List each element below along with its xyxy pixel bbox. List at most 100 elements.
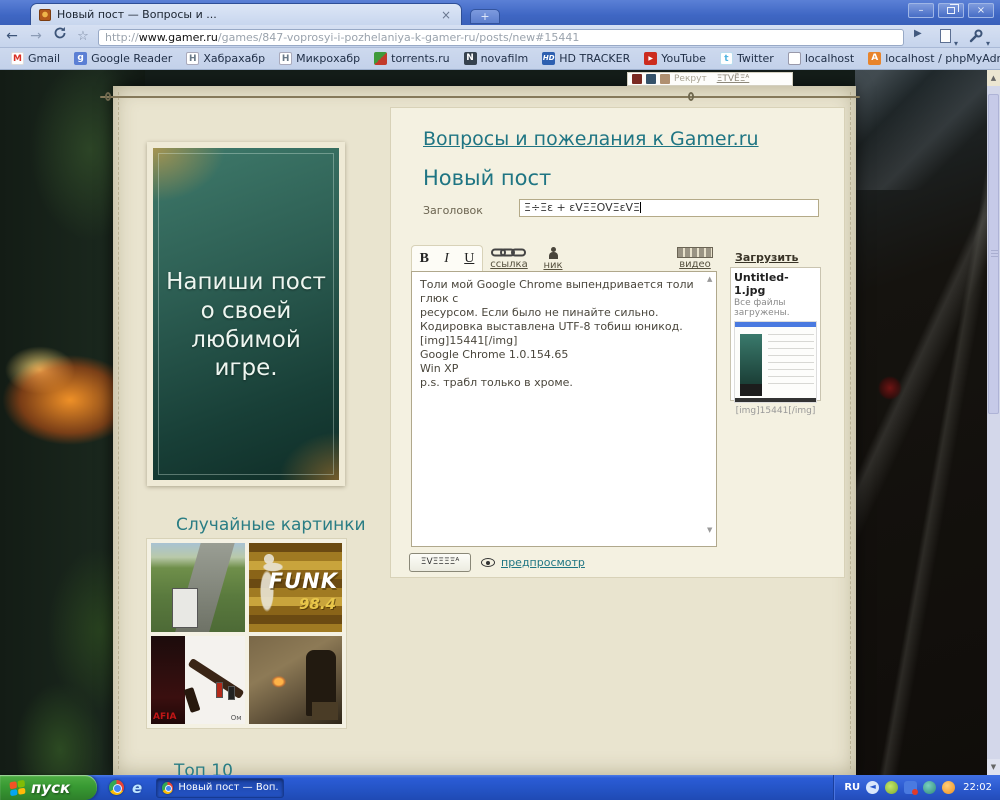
top10-title: Топ 10 — [174, 761, 233, 775]
tray-clock: 22:02 — [963, 782, 992, 793]
funk-logo-text: FUNK — [269, 569, 338, 593]
bookmark-label: localhost — [805, 52, 854, 65]
truck-art — [172, 588, 198, 628]
underline-button[interactable]: U — [464, 251, 474, 267]
bookmark-phpmyadmin[interactable]: A localhost / phpMyAdmin — [863, 50, 1000, 67]
submit-button[interactable]: ΞVΞΞΞΞᴬ — [409, 553, 471, 572]
scrollbar-grip — [991, 250, 998, 258]
upload-box: Untitled-1.jpg Все файлы загружены. [img… — [730, 267, 821, 401]
close-button[interactable]: × — [968, 3, 994, 18]
page-file-icon — [788, 52, 801, 65]
bookmark-localhost[interactable]: localhost — [783, 50, 859, 67]
minimize-button[interactable]: – — [908, 3, 934, 18]
bookmark-mikrohabr[interactable]: H Микрохабр — [274, 50, 365, 67]
tray-icon-green[interactable] — [885, 781, 898, 794]
twitter-icon: t — [720, 52, 733, 65]
habrahabr-icon: H — [186, 52, 199, 65]
window-controls: – × — [908, 3, 994, 18]
tray-icon-teal[interactable] — [923, 781, 936, 794]
promo-subtext: Будь одним из первых. И да воздастся теб… — [153, 478, 339, 480]
bookmark-twitter[interactable]: t Twitter — [715, 50, 779, 67]
breadcrumb-game-link[interactable]: Вопросы и пожелания к Gamer.ru — [423, 128, 759, 150]
insert-video-button[interactable]: видео — [673, 247, 717, 270]
subject-value: Ξ÷Ξε + εVΞΞOVΞεVΞ — [524, 201, 640, 214]
uploaded-filename: Untitled-1.jpg — [734, 271, 817, 297]
taskbar-task-button[interactable]: Новый пост — Воп... — [156, 778, 284, 798]
thumbnail-funk-radio[interactable]: FUNK 98.4 — [249, 543, 343, 632]
img-bbcode: [img]15441[/img] — [734, 406, 817, 416]
phpmyadmin-icon: A — [868, 52, 881, 65]
internet-explorer-icon[interactable]: e — [132, 779, 142, 797]
tab-title: Новый пост — Вопросы и ... — [57, 8, 433, 21]
scrollbar-up-arrow[interactable]: ▲ — [987, 70, 1000, 86]
preview-link[interactable]: предпросмотр — [501, 556, 585, 569]
textarea-scroll-up-icon[interactable]: ▲ — [707, 275, 712, 283]
bookmark-star-icon[interactable]: ☆ — [72, 29, 94, 44]
tray-icon-orange[interactable] — [942, 781, 955, 794]
bookmark-torrents-ru[interactable]: torrents.ru — [369, 50, 454, 67]
back-button[interactable]: ← — [0, 26, 24, 46]
language-indicator[interactable]: RU — [844, 782, 860, 793]
upload-thumbnail[interactable] — [734, 321, 817, 403]
wrench-icon — [968, 28, 984, 44]
thumbnail-truck-road[interactable] — [151, 543, 245, 632]
novafilm-icon: N — [464, 52, 477, 65]
forward-button[interactable]: → — [24, 26, 48, 46]
hide-icons-chevron[interactable]: ◄ — [866, 781, 879, 794]
google-reader-icon: g — [74, 52, 87, 65]
page-scrollbar[interactable]: ▲ ▼ — [987, 70, 1000, 775]
subject-label: Заголовок — [423, 204, 483, 217]
bookmark-hd-tracker[interactable]: HD HD TRACKER — [537, 50, 635, 67]
subject-input[interactable]: Ξ÷Ξε + εVΞΞOVΞεVΞ — [519, 199, 819, 217]
scrollbar-down-arrow[interactable]: ▼ — [987, 759, 1000, 775]
thumbnail-pistol[interactable]: AFIA Ом — [151, 636, 245, 725]
pistol-dark-strip — [151, 636, 185, 725]
om-watermark: Ом — [231, 714, 242, 722]
screen: Новый пост — Вопросы и ... × + – × ← → ☆… — [0, 0, 1000, 800]
bold-button[interactable]: B — [420, 251, 429, 267]
post-body-textarea[interactable]: Толи мой Google Chrome выпендривается то… — [411, 271, 717, 547]
bookmark-label: Хабрахабр — [203, 52, 265, 65]
restore-button[interactable] — [938, 3, 964, 18]
insert-link-button[interactable]: ссылка — [487, 247, 531, 270]
start-button[interactable]: пуск — [0, 775, 97, 800]
reload-button[interactable] — [48, 26, 72, 46]
form-title: Новый пост — [423, 166, 551, 190]
new-post-form: Вопросы и пожелания к Gamer.ru Новый пос… — [390, 107, 845, 578]
bookmark-gmail[interactable]: M Gmail — [6, 50, 65, 67]
recruit-strip: Рекрут ΞТVЁΞᴬ — [627, 72, 793, 86]
task-title: Новый пост — Воп... — [178, 782, 278, 793]
format-toolbar: B I U — [411, 245, 483, 272]
bookmark-youtube[interactable]: ▶ YouTube — [639, 50, 711, 67]
tray-icon-network[interactable] — [904, 781, 917, 794]
chrome-icon[interactable] — [109, 780, 124, 795]
bookmark-habrahabr[interactable]: H Хабрахабр — [181, 50, 270, 67]
wrench-menu-button[interactable] — [968, 28, 984, 48]
rope-hook-left — [105, 92, 111, 101]
avatar[interactable] — [646, 74, 656, 84]
bookmark-novafilm[interactable]: N novafilm — [459, 50, 534, 67]
browser-tab[interactable]: Новый пост — Вопросы и ... × — [30, 3, 462, 25]
scrollbar-thumb[interactable] — [988, 94, 999, 414]
insert-nick-button[interactable]: ник — [539, 247, 567, 271]
italic-button[interactable]: I — [444, 251, 449, 267]
recruit-link[interactable]: ΞТVЁΞᴬ — [717, 74, 750, 84]
film-strip-icon — [677, 247, 713, 258]
avatar[interactable] — [660, 74, 670, 84]
tab-close-icon[interactable]: × — [439, 8, 453, 22]
youtube-icon: ▶ — [644, 52, 657, 65]
new-tab-button[interactable]: + — [470, 9, 500, 24]
bookmark-google-reader[interactable]: g Google Reader — [69, 50, 177, 67]
page-menu-icon[interactable] — [940, 29, 951, 43]
url-prefix: http:// — [105, 31, 139, 44]
thumbnail-game-scene[interactable] — [249, 636, 343, 725]
avatar[interactable] — [632, 74, 642, 84]
go-button[interactable]: ▶ — [914, 28, 922, 39]
thumb-dark-block — [740, 384, 762, 396]
bookmark-label: Gmail — [28, 52, 60, 65]
browser-titlebar: Новый пост — Вопросы и ... × + – × — [0, 0, 1000, 25]
gamer-ru-favicon — [39, 9, 51, 21]
bookmark-label: Микрохабр — [296, 52, 360, 65]
url-bar[interactable]: http://www.gamer.ru/games/847-voprosyi-i… — [98, 29, 904, 46]
textarea-scroll-down-icon[interactable]: ▼ — [707, 526, 712, 534]
